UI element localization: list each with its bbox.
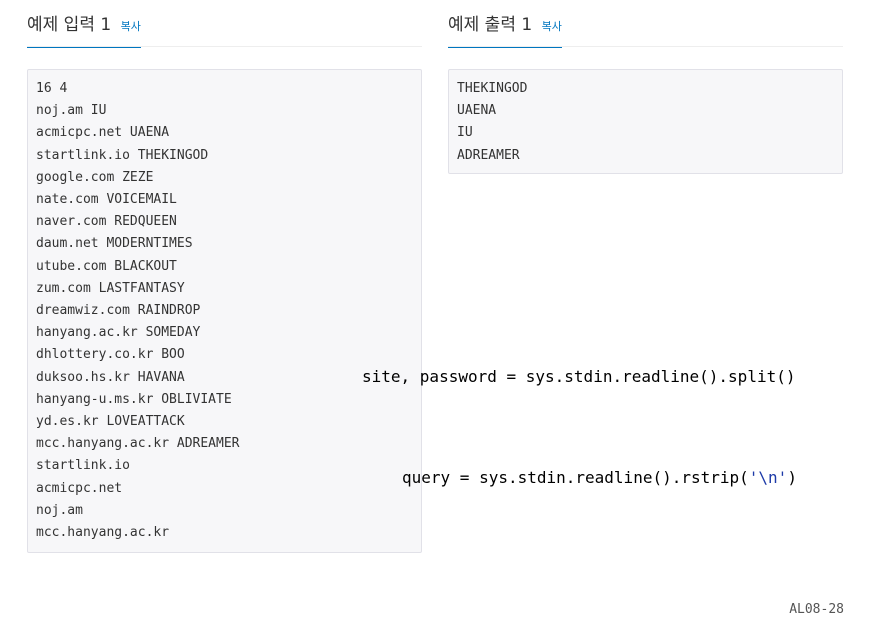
text-line: THEKINGOD: [457, 81, 528, 96]
text-line: mcc.hanyang.ac.kr: [36, 525, 170, 541]
text-line: startlink.io THEKINGOD: [36, 147, 209, 163]
copy-output-button[interactable]: 복사: [542, 20, 562, 33]
text-line: acmicpc.net: [36, 480, 123, 496]
code-string: '\n': [748, 468, 788, 487]
text-line: dhlottery.co.kr BOO: [36, 347, 185, 363]
text-line: google.com ZEZE: [36, 169, 154, 185]
text-line: mcc.hanyang.ac.kr ADREAMER: [36, 436, 240, 452]
sample-output-header: 예제 출력 1 복사: [448, 14, 562, 48]
text-line: naver.com REDQUEEN: [36, 214, 177, 230]
text-line: hanyang.ac.kr SOMEDAY: [36, 325, 201, 341]
code-snippet-rstrip: query = sys.stdin.readline().rstrip('\n'…: [402, 468, 797, 487]
text-line: nate.com VOICEMAIL: [36, 192, 177, 208]
divider: [27, 46, 422, 47]
code-text: ): [787, 468, 797, 487]
text-line: yd.es.kr LOVEATTACK: [36, 414, 185, 430]
sample-input-header: 예제 입력 1 복사: [27, 14, 141, 48]
text-line: UAENA: [457, 103, 497, 119]
code-text: query = sys.stdin.readline().rstrip(: [402, 468, 749, 487]
text-line: acmicpc.net UAENA: [36, 125, 170, 141]
text-line: ADREAMER: [457, 147, 520, 163]
text-line: dreamwiz.com RAINDROP: [36, 303, 201, 319]
divider: [448, 46, 843, 47]
text-line: noj.am IU: [36, 103, 107, 119]
sample-output-title: 예제 출력 1 복사: [448, 14, 562, 48]
text-line: IU: [457, 125, 473, 141]
sample-input-title: 예제 입력 1 복사: [27, 14, 141, 48]
sample-output-box[interactable]: THEKINGOD UAENA IU ADREAMER: [448, 69, 843, 174]
text-line: daum.net MODERNTIMES: [36, 236, 193, 252]
text-line: hanyang-u.ms.kr OBLIVIATE: [36, 391, 232, 407]
sample-input-box[interactable]: 16 4 noj.am IU acmicpc.net UAENA startli…: [27, 69, 422, 553]
code-snippet-split: site, password = sys.stdin.readline().sp…: [362, 367, 796, 386]
text-line: noj.am: [36, 502, 83, 518]
page-id-label: AL08-28: [789, 602, 844, 617]
text-line: zum.com LASTFANTASY: [36, 280, 185, 296]
text-line: startlink.io: [36, 458, 130, 474]
text-line: utube.com BLACKOUT: [36, 258, 177, 274]
text-line: duksoo.hs.kr HAVANA: [36, 369, 185, 385]
copy-input-button[interactable]: 복사: [121, 20, 141, 33]
text-line: 16 4: [36, 81, 68, 96]
